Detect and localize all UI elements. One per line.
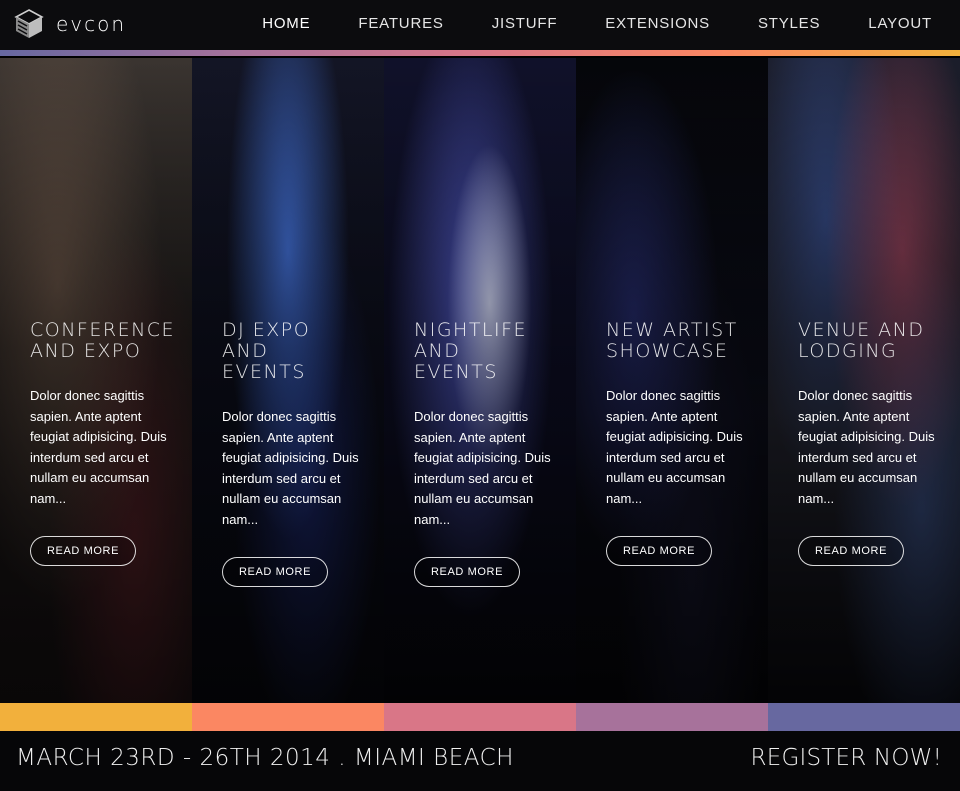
panel-venue-lodging: VENUE AND LODGING Dolor donec sagittis s… <box>768 58 960 703</box>
logo-text: evcon <box>56 12 127 36</box>
register-now-link[interactable]: REGISTER NOW! <box>751 745 942 771</box>
header-bar-coral <box>480 50 960 56</box>
panel-content: DJ EXPO AND EVENTS Dolor donec sagittis … <box>222 320 372 587</box>
panel-title: DJ EXPO AND EVENTS <box>222 319 311 383</box>
panel-conference: CONFERENCE AND EXPO Dolor donec sagittis… <box>0 58 192 703</box>
header-bar-blue <box>0 50 480 56</box>
panel-title: VENUE AND LODGING <box>798 319 925 362</box>
read-more-button[interactable]: READ MORE <box>222 556 329 587</box>
panel-title: NEW ARTIST SHOWCASE <box>606 319 738 362</box>
color-strip <box>0 703 960 731</box>
panel-content: VENUE AND LODGING Dolor donec sagittis s… <box>798 320 948 566</box>
panel-text: Dolor donec sagittis sapien. Ante aptent… <box>30 388 167 506</box>
panel-artist-showcase: NEW ARTIST SHOWCASE Dolor donec sagittis… <box>576 58 768 703</box>
panel-nightlife: NIGHTLIFE AND EVENTS Dolor donec sagitti… <box>384 58 576 703</box>
feature-panels: CONFERENCE AND EXPO Dolor donec sagittis… <box>0 58 960 703</box>
panel-title: CONFERENCE AND EXPO <box>30 319 176 362</box>
nav-layout[interactable]: LAYOUT <box>868 15 932 32</box>
panel-content: NEW ARTIST SHOWCASE Dolor donec sagittis… <box>606 320 756 566</box>
panel-text: Dolor donec sagittis sapien. Ante aptent… <box>222 409 359 527</box>
strip-coral <box>192 703 384 731</box>
nav-jistuff[interactable]: JISTUFF <box>492 15 558 32</box>
read-more-button[interactable]: READ MORE <box>30 535 137 566</box>
panel-title: NIGHTLIFE AND EVENTS <box>414 319 528 383</box>
logo-cube-icon <box>14 9 44 38</box>
logo[interactable]: evcon <box>12 6 126 42</box>
read-more-button[interactable]: READ MORE <box>798 535 905 566</box>
page: evcon HOME FEATURES JISTUFF EXTENSIONS S… <box>0 0 960 791</box>
panel-text: Dolor donec sagittis sapien. Ante aptent… <box>414 409 551 527</box>
footer: MARCH 23RD - 26TH 2014 . MIAMI BEACH REG… <box>0 731 960 791</box>
read-more-button[interactable]: READ MORE <box>414 556 521 587</box>
event-date: MARCH 23RD - 26TH 2014 . MIAMI BEACH <box>16 745 514 771</box>
strip-mauve <box>576 703 768 731</box>
header: evcon HOME FEATURES JISTUFF EXTENSIONS S… <box>0 0 960 50</box>
nav-styles[interactable]: STYLES <box>758 15 820 32</box>
panel-text: Dolor donec sagittis sapien. Ante aptent… <box>606 388 743 506</box>
panel-content: NIGHTLIFE AND EVENTS Dolor donec sagitti… <box>414 320 564 587</box>
panel-content: CONFERENCE AND EXPO Dolor donec sagittis… <box>30 320 180 566</box>
read-more-button[interactable]: READ MORE <box>606 535 713 566</box>
nav-home[interactable]: HOME <box>262 15 310 32</box>
strip-pink <box>384 703 576 731</box>
strip-blue <box>768 703 960 731</box>
header-color-bar <box>0 50 960 56</box>
strip-gold <box>0 703 192 731</box>
nav-features[interactable]: FEATURES <box>358 15 443 32</box>
nav-extensions[interactable]: EXTENSIONS <box>605 15 710 32</box>
main-nav: HOME FEATURES JISTUFF EXTENSIONS STYLES … <box>214 0 932 46</box>
panel-text: Dolor donec sagittis sapien. Ante aptent… <box>798 388 935 506</box>
panel-dj-expo: DJ EXPO AND EVENTS Dolor donec sagittis … <box>192 58 384 703</box>
